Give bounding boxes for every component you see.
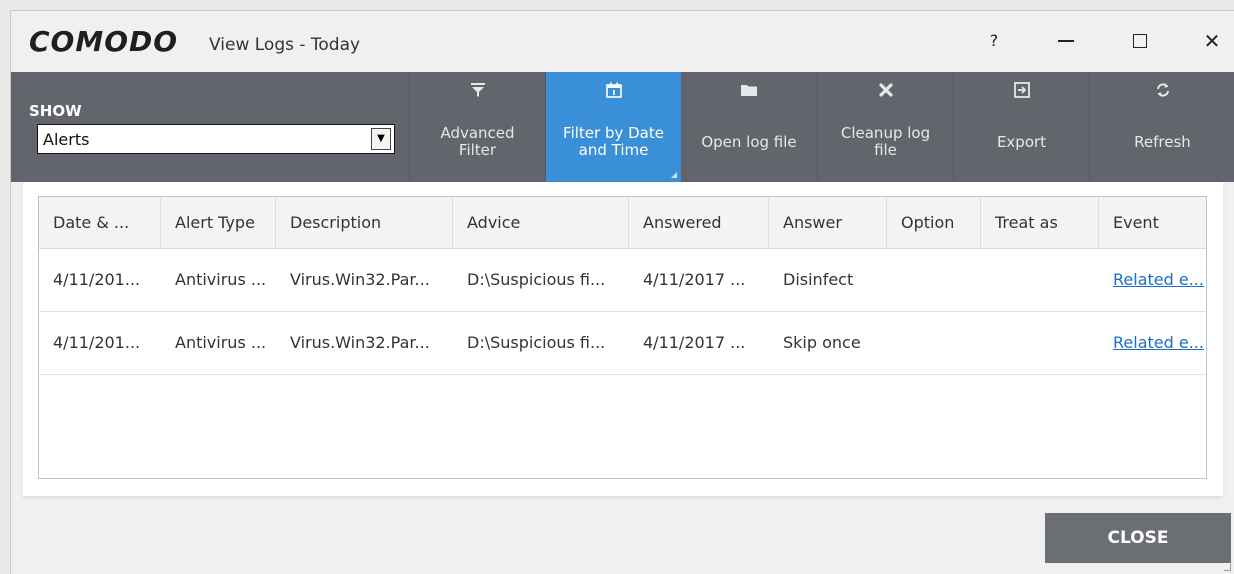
show-dropdown-value: Alerts (43, 130, 90, 149)
help-button[interactable]: ? (969, 21, 1019, 61)
refresh-icon (1090, 82, 1234, 104)
advanced-filter-label-1: Advanced (440, 124, 515, 142)
cell-description: Virus.Win32.Par... (290, 333, 430, 352)
cell-option (887, 312, 981, 374)
cleanup-log-label-2: file (874, 141, 897, 159)
cleanup-log-file-button[interactable]: Cleanup log file (817, 72, 953, 182)
column-header-date[interactable]: Date & ... (39, 197, 161, 249)
filter-icon (410, 82, 545, 104)
refresh-label: Refresh (1134, 133, 1191, 151)
cleanup-log-label-1: Cleanup log (840, 124, 931, 142)
column-header-description[interactable]: Description (276, 197, 453, 249)
cell-answer: Skip once (783, 333, 861, 352)
cell-option (887, 249, 981, 311)
show-dropdown[interactable]: Alerts ▼ (37, 124, 395, 154)
title-bar: COMODO View Logs - Today ? ✕ (11, 11, 1234, 72)
cell-treat-as (981, 312, 1099, 374)
cell-alert-type: Antivirus ... (175, 333, 267, 352)
advanced-filter-button[interactable]: Advanced Filter (409, 72, 545, 182)
minimize-button[interactable] (1041, 21, 1091, 61)
folder-icon (681, 82, 817, 104)
column-header-alert-type[interactable]: Alert Type (161, 197, 276, 249)
maximize-icon (1133, 34, 1147, 48)
window-title: View Logs - Today (209, 35, 361, 55)
cell-date: 4/11/201... (53, 270, 141, 289)
export-icon (954, 82, 1089, 104)
column-header-advice[interactable]: Advice (453, 197, 629, 249)
cell-date: 4/11/201... (53, 333, 141, 352)
filter-by-date-button[interactable]: Filter by Date and Time (545, 72, 681, 182)
calendar-icon (546, 82, 681, 104)
column-header-answered[interactable]: Answered (629, 197, 769, 249)
open-log-file-label: Open log file (701, 133, 797, 151)
filter-by-date-label-1: Filter by Date (563, 124, 664, 142)
maximize-button[interactable] (1115, 21, 1165, 61)
close-x-icon (818, 82, 953, 104)
export-button[interactable]: Export (953, 72, 1089, 182)
show-label: SHOW (29, 102, 82, 120)
submenu-indicator-icon (671, 172, 677, 178)
related-events-link[interactable]: Related e... (1099, 249, 1206, 311)
cell-alert-type: Antivirus ... (175, 270, 267, 289)
alerts-table: Date & ... Alert Type Description Advice… (38, 196, 1207, 479)
minimize-icon (1058, 40, 1074, 42)
cell-answered: 4/11/2017 ... (643, 270, 746, 289)
column-header-treat-as[interactable]: Treat as (981, 197, 1099, 249)
refresh-button[interactable]: Refresh (1089, 72, 1234, 182)
related-events-link[interactable]: Related e... (1099, 312, 1206, 374)
comodo-logo: COMODO (29, 25, 179, 58)
table-row[interactable]: 4/11/201... Antivirus ... Virus.Win32.Pa… (39, 312, 1206, 375)
close-button[interactable]: CLOSE (1045, 513, 1231, 563)
column-header-answer[interactable]: Answer (769, 197, 887, 249)
cell-answered: 4/11/2017 ... (643, 333, 746, 352)
cell-advice: D:\Suspicious fi... (467, 270, 606, 289)
column-header-event[interactable]: Event (1099, 197, 1208, 249)
cell-answer: Disinfect (783, 270, 854, 289)
resize-grip-icon[interactable] (1224, 564, 1231, 571)
cell-treat-as (981, 249, 1099, 311)
export-label: Export (996, 133, 1047, 151)
log-panel: Date & ... Alert Type Description Advice… (23, 182, 1223, 496)
view-logs-window: COMODO View Logs - Today ? ✕ SHOW Alerts… (10, 10, 1234, 574)
table-row[interactable]: 4/11/201... Antivirus ... Virus.Win32.Pa… (39, 249, 1206, 312)
window-close-button[interactable]: ✕ (1187, 21, 1234, 61)
filter-by-date-label-2: and Time (578, 141, 649, 159)
cell-advice: D:\Suspicious fi... (467, 333, 606, 352)
column-header-option[interactable]: Option (887, 197, 981, 249)
table-header: Date & ... Alert Type Description Advice… (39, 197, 1206, 249)
toolbar: SHOW Alerts ▼ Advanced Filter Filter by … (11, 72, 1234, 182)
cell-description: Virus.Win32.Par... (290, 270, 430, 289)
open-log-file-button[interactable]: Open log file (681, 72, 817, 182)
advanced-filter-label-2: Filter (458, 141, 497, 159)
show-filter-area: SHOW Alerts ▼ (11, 72, 409, 182)
dropdown-arrow-icon[interactable]: ▼ (371, 128, 391, 150)
